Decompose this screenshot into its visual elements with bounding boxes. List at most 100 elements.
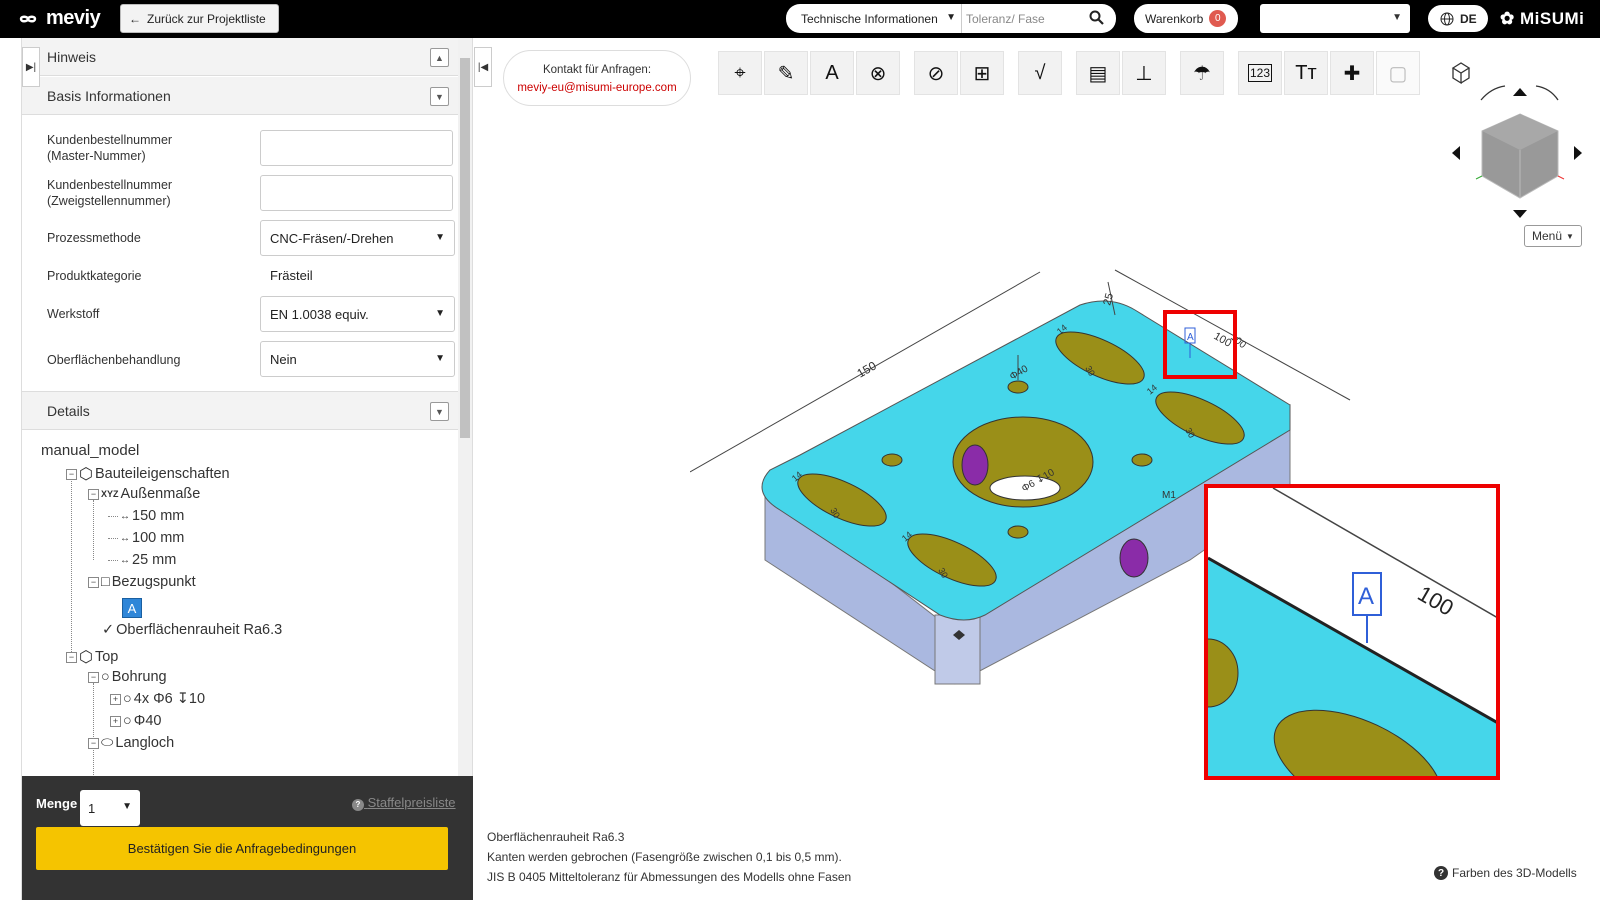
contact-box[interactable]: Kontakt für Anfragen: meviy-eu@misumi-eu… <box>503 50 691 106</box>
z-value: 25 mm <box>132 552 177 568</box>
text-dimension-button[interactable]: A <box>810 51 854 95</box>
y-value: 100 mm <box>132 530 185 546</box>
model-colors-link[interactable]: ? Farben des 3D-Modells <box>1434 866 1577 880</box>
tree-langloch[interactable]: − ⬭ Langloch <box>88 735 174 751</box>
six-views-icon: ✚ <box>1343 62 1361 85</box>
kunden-master-input[interactable] <box>260 130 453 166</box>
staffelpreis-link[interactable]: ? Staffelpreisliste <box>352 795 456 811</box>
collapse-icon: |◀ <box>477 61 489 73</box>
tech-info-select[interactable]: Technische Informationen ▼ <box>786 4 961 33</box>
language-switch[interactable]: DE <box>1428 5 1488 32</box>
contact-label: Kontakt für Anfragen: <box>542 64 652 76</box>
tolerance-button[interactable]: ⊥ <box>1122 51 1166 95</box>
expand-icon[interactable]: + <box>110 693 121 705</box>
panel-scroll-thumb[interactable] <box>460 58 470 438</box>
pencil-icon: ✎ <box>777 62 795 85</box>
tree-z[interactable]: ↔ 25 mm <box>108 552 176 568</box>
bauteil-label: Bauteileigenschaften <box>94 466 230 482</box>
tree-root[interactable]: manual_model <box>41 442 139 459</box>
arrow-up-icon[interactable] <box>1513 88 1527 96</box>
font-button[interactable]: Tт <box>1284 51 1328 95</box>
chevron-down-icon[interactable]: ▼ <box>430 87 449 106</box>
pdf-button[interactable]: ▢ <box>1376 51 1420 95</box>
collapse-panel-button[interactable]: ▶| <box>22 47 40 87</box>
views-button[interactable]: ✚ <box>1330 51 1374 95</box>
farben-label: Farben des 3D-Modells <box>1452 866 1577 880</box>
collapse-icon[interactable]: − <box>88 737 99 749</box>
tree-y[interactable]: ↔ 100 mm <box>108 530 184 546</box>
home-cube-icon[interactable] <box>1451 62 1471 85</box>
menge-select[interactable]: 1 ▼ <box>80 790 140 826</box>
tree-b2[interactable]: + ○ Φ40 <box>110 713 161 729</box>
collapse-icon[interactable]: − <box>88 488 99 500</box>
basis-title: Basis Informationen <box>47 87 171 104</box>
pattern-button[interactable]: ⊞ <box>960 51 1004 95</box>
stamp-icon: ☂ <box>1193 62 1211 85</box>
delete-dimension-button[interactable]: ⊗ <box>856 51 900 95</box>
caret-down-icon: ▼ <box>1566 231 1574 241</box>
arrow-down-icon[interactable] <box>1513 210 1527 218</box>
tree-bauteil[interactable]: − ⬡ Bauteileigenschaften <box>66 464 230 484</box>
delete-dim-icon: ⊗ <box>869 62 887 85</box>
section-details[interactable]: Details ▼ <box>22 391 459 430</box>
werkstoff-value: EN 1.0038 equiv. <box>270 306 369 322</box>
roughness-button[interactable]: √ <box>1018 51 1062 95</box>
arrow-left-icon[interactable] <box>1452 146 1460 160</box>
chevron-down-icon[interactable]: ▼ <box>430 402 449 421</box>
datum-button[interactable]: ▤ <box>1076 51 1120 95</box>
prozess-select[interactable]: CNC-Fräsen/-Drehen ▼ <box>260 220 455 256</box>
tree-bohrung[interactable]: − ○ Bohrung <box>88 669 167 685</box>
chevron-up-icon[interactable]: ▲ <box>430 48 449 67</box>
oberflaeche-select[interactable]: Nein ▼ <box>260 341 455 377</box>
cart-button[interactable]: Warenkorb 0 <box>1134 4 1238 33</box>
kategorie-label: Produktkategorie <box>47 269 142 283</box>
tree-bezug[interactable]: − □ Bezugspunkt <box>88 574 196 590</box>
tree-x[interactable]: ↔ 150 mm <box>108 508 184 524</box>
viewer-collapse-button[interactable]: |◀ <box>474 47 492 87</box>
rotate-right-icon[interactable] <box>1535 85 1559 101</box>
number-button[interactable]: 123 <box>1238 51 1282 95</box>
z-dim-icon: ↔ <box>120 554 130 566</box>
collapse-icon[interactable]: − <box>88 671 99 683</box>
view-cube[interactable] <box>1436 58 1591 248</box>
viewer-menu-button[interactable]: Menü ▼ <box>1524 225 1582 247</box>
project-select[interactable]: ▼ <box>1260 4 1410 33</box>
tree-bezug-a[interactable]: A <box>122 598 142 618</box>
hide-dimension-button[interactable]: ⊘ <box>914 51 958 95</box>
werkstoff-select[interactable]: EN 1.0038 equiv. ▼ <box>260 296 455 332</box>
expand-icon[interactable]: + <box>110 715 121 727</box>
b1-label: 4x Φ6 ↧10 <box>133 691 206 707</box>
kunden-master-label: Kundenbestellnummer (Master-Nummer) <box>47 133 173 163</box>
confirm-label: Bestätigen Sie die Anfragebedingungen <box>127 841 357 856</box>
search-input[interactable]: Toleranz/ Fase <box>961 4 1116 33</box>
tree-rauheit[interactable]: ✓ Oberflächenrauheit Ra6.3 <box>102 622 282 638</box>
meviy-logo[interactable]: meviy <box>14 7 101 30</box>
help-icon: ? <box>352 798 364 811</box>
kunden-zweig-input[interactable] <box>260 175 453 211</box>
edit-dimension-button[interactable]: ✎ <box>764 51 808 95</box>
rotate-left-icon[interactable] <box>1480 85 1506 101</box>
collapse-icon[interactable]: − <box>66 468 77 480</box>
confirm-button[interactable]: Bestätigen Sie die Anfragebedingungen <box>36 827 448 870</box>
target-tool-button[interactable]: ⌖ <box>718 51 762 95</box>
circle-icon: ○ <box>123 691 132 707</box>
note-edges: Kanten werden gebrochen (Fasengröße zwis… <box>487 850 842 864</box>
tree-aussen[interactable]: − XYZ Außenmaße <box>88 486 200 502</box>
help-icon: ? <box>1434 866 1448 880</box>
section-basis[interactable]: Basis Informationen ▼ <box>22 77 459 115</box>
misumi-logo[interactable]: ✿ MiSUMi <box>1500 9 1584 29</box>
search-icon[interactable] <box>1089 10 1104 25</box>
zoom-dim-100: 100 <box>1414 581 1458 621</box>
model-notes: Oberflächenrauheit Ra6.3 Kanten werden g… <box>487 827 851 887</box>
arrow-right-icon[interactable] <box>1574 146 1582 160</box>
tree-top[interactable]: − ⬡ Top <box>66 647 118 667</box>
collapse-icon[interactable]: − <box>88 576 99 588</box>
infinity-icon <box>19 15 37 22</box>
tree-b1[interactable]: + ○ 4x Φ6 ↧10 <box>110 691 205 707</box>
section-hinweis[interactable]: Hinweis ▲ <box>22 38 459 76</box>
roughness-icon: √ <box>1034 61 1046 84</box>
material-button[interactable]: ☂ <box>1180 51 1224 95</box>
collapse-icon[interactable]: − <box>66 651 77 663</box>
back-to-projects-button[interactable]: ← Zurück zur Projektliste <box>120 4 279 33</box>
contact-email[interactable]: meviy-eu@misumi-europe.com <box>504 79 690 97</box>
